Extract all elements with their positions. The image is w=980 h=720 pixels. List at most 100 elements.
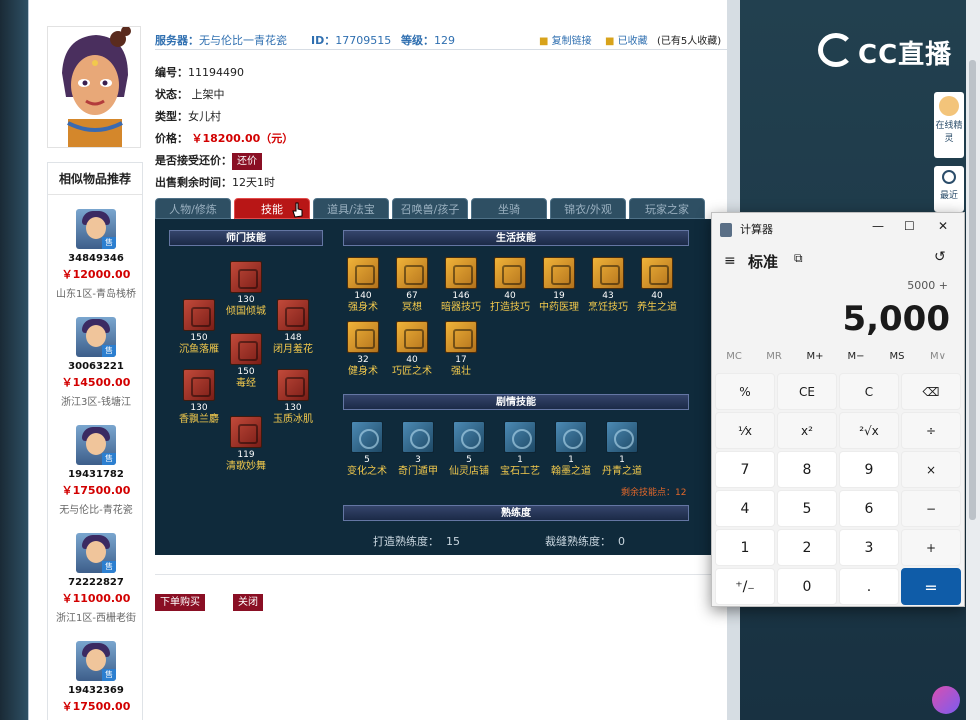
bargain-row: 是否接受还价： 还价 [155,150,293,172]
scrollbar-thumb[interactable] [969,60,976,520]
digit-0-button[interactable]: 0 [777,568,837,605]
history-icon[interactable]: ↺ [934,249,946,265]
tab-home[interactable]: 玩家之家 [629,198,705,219]
online-sprite-button[interactable]: 在线精灵 [934,92,964,158]
life-skill[interactable]: 17 强壮 [428,321,494,378]
clear-entry-button[interactable]: CE [777,373,837,410]
favorite-button[interactable]: ■ 已收藏 [605,32,648,47]
bargain-button[interactable]: 还价 [232,152,262,170]
digit-6-button[interactable]: 6 [839,490,899,527]
story-skill[interactable]: 1 丹青之道 [589,421,655,478]
remaining-time: 出售剩余时间：12天1时 [155,176,275,189]
item-detail-page: 服务器：无与伦比一青花瓷 ID：17709515 等级：129 ■ 复制链接 ■… [28,0,740,720]
close-icon[interactable]: ✕ [938,219,948,233]
tab-character[interactable]: 人物/修炼 [155,198,231,219]
digit-7-button[interactable]: 7 [715,451,775,488]
story-skill-icon [504,421,536,453]
similar-items-sidebar: 相似物品推荐 售 34849346 ￥12000.00 山东1区-青岛栈桥 售 … [47,162,143,720]
memory-list-button[interactable]: M∨ [918,351,958,362]
sect-skills-header: 师门技能 [169,230,323,246]
similar-items-title: 相似物品推荐 [48,163,142,195]
similar-item-id: 30063221 [68,361,124,372]
forge-proficiency: 打造熟练度： 15 [373,535,460,548]
sect-skill-icon [230,416,262,448]
calculator-title-bar[interactable]: 计算器 [720,219,960,241]
memory-clear-button[interactable]: MC [714,351,754,362]
digit-1-button[interactable]: 1 [715,529,775,566]
buy-button[interactable]: 下单购买 [155,594,205,611]
window-scrollbar[interactable] [966,0,980,720]
equals-button[interactable]: = [901,568,961,605]
memory-recall-button[interactable]: MR [754,351,794,362]
life-skill[interactable]: 40 养生之道 [624,257,690,314]
memory-subtract-button[interactable]: M− [836,351,876,362]
backspace-button[interactable]: ⌫ [901,373,961,410]
sect-skill[interactable]: 119 清歌妙舞 [213,416,279,473]
similar-item-price: ￥14500.00 [61,376,131,389]
item-status: 状态： 上架中 [155,88,225,101]
digit-9-button[interactable]: 9 [839,451,899,488]
sell-tag: 售 [102,345,116,357]
item-price: 价格： ￥18200.00（元） [155,132,294,145]
tab-pets[interactable]: 召唤兽/孩子 [392,198,468,219]
digit-5-button[interactable]: 5 [777,490,837,527]
similar-item-id: 34849346 [68,253,124,264]
digit-3-button[interactable]: 3 [839,529,899,566]
character-thumbnail: 售 [76,209,116,249]
menu-icon[interactable]: ≡ [724,253,736,269]
similar-item-price: ￥11000.00 [61,592,131,605]
sprite-face-icon [939,96,959,116]
similar-item[interactable]: 售 72222827 ￥11000.00 浙江1区-西栅老街 [48,533,144,624]
story-skills-header: 剧情技能 [343,394,689,410]
square-root-button[interactable]: ²√x [839,412,899,449]
divide-button[interactable]: ÷ [901,412,961,449]
minimize-icon[interactable]: — [872,219,884,233]
favorite-count: (已有5人收藏) [657,36,722,47]
copy-link-button[interactable]: ■ 复制链接 [539,32,592,47]
decimal-button[interactable]: . [839,568,899,605]
assistant-icon[interactable] [932,686,960,714]
negate-button[interactable]: ⁺/₋ [715,568,775,605]
square-button[interactable]: x² [777,412,837,449]
life-skill-icon [347,321,379,353]
calculator-app-icon [720,223,732,237]
memory-add-button[interactable]: M+ [795,351,835,362]
detail-tabs: 人物/修炼 技能 道具/法宝 召唤兽/孩子 坐骑 锦衣/外观 玩家之家 [155,198,715,220]
similar-item-server: 山东1区-青岛栈桥 [56,289,136,300]
life-skill-icon [396,321,428,353]
similar-item[interactable]: 售 34849346 ￥12000.00 山东1区-青岛栈桥 [48,209,144,300]
subtract-button[interactable]: − [901,490,961,527]
similar-item-price: ￥17500.00 [61,700,131,713]
character-thumbnail: 售 [76,317,116,357]
item-info-bar: 服务器：无与伦比一青花瓷 ID：17709515 等级：129 ■ 复制链接 ■… [155,30,727,50]
sect-skill-icon [230,261,262,293]
tab-items[interactable]: 道具/法宝 [313,198,389,219]
tab-appearance[interactable]: 锦衣/外观 [550,198,626,219]
similar-item[interactable]: 售 19432369 ￥17500.00 [48,641,144,714]
similar-item[interactable]: 售 19431782 ￥17500.00 无与伦比-青花瓷 [48,425,144,516]
character-thumbnail: 售 [76,425,116,465]
similar-item[interactable]: 售 30063221 ￥14500.00 浙江3区-钱塘江 [48,317,144,408]
keep-on-top-icon[interactable]: ⧉ [794,251,803,266]
story-skill-icon [402,421,434,453]
life-skill-icon [592,257,624,289]
left-background [0,0,28,720]
clear-button[interactable]: C [839,373,899,410]
digit-2-button[interactable]: 2 [777,529,837,566]
digit-4-button[interactable]: 4 [715,490,775,527]
digit-8-button[interactable]: 8 [777,451,837,488]
tab-mounts[interactable]: 坐骑 [471,198,547,219]
percent-button[interactable]: % [715,373,775,410]
add-button[interactable]: + [901,529,961,566]
reciprocal-button[interactable]: ¹⁄x [715,412,775,449]
remaining-skill-points: 剩余技能点：12 [621,488,687,498]
recent-button[interactable]: 最近 [934,166,964,212]
multiply-button[interactable]: × [901,451,961,488]
maximize-icon[interactable]: ☐ [904,219,915,233]
similar-item-server: 浙江1区-西栅老街 [56,613,136,624]
calculator-display: 5,000 [842,299,950,339]
close-button[interactable]: 关闭 [233,594,263,611]
life-skills-header: 生活技能 [343,230,689,246]
memory-store-button[interactable]: MS [877,351,917,362]
life-skill-icon [494,257,526,289]
